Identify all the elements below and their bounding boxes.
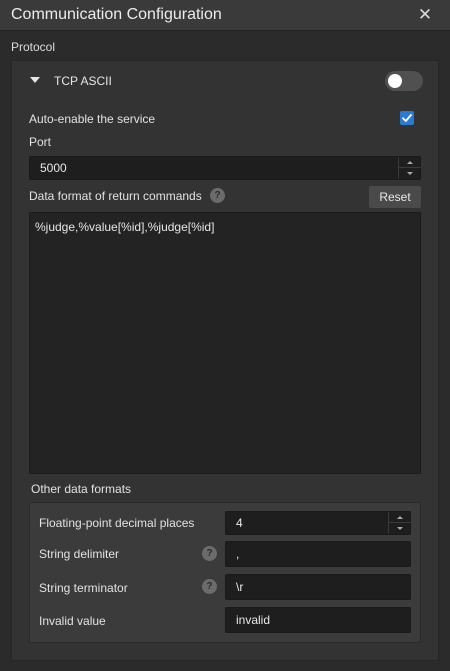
string-delimiter-input[interactable]: , <box>225 541 411 567</box>
other-formats-heading: Other data formats <box>31 482 132 496</box>
checkmark-icon <box>402 114 412 122</box>
invalid-value-value: invalid <box>236 613 271 627</box>
string-terminator-input[interactable]: \r <box>225 574 411 600</box>
data-format-label: Data format of return commands <box>29 189 202 203</box>
tcp-ascii-title: TCP ASCII <box>54 74 112 88</box>
decimal-increment-button[interactable] <box>389 512 411 523</box>
string-terminator-label: String terminator <box>39 581 128 595</box>
port-value: 5000 <box>40 161 67 175</box>
string-delimiter-value: , <box>236 547 240 561</box>
data-format-help-icon[interactable]: ? <box>210 188 225 203</box>
close-icon[interactable]: ✕ <box>414 4 436 26</box>
port-label: Port <box>29 135 52 149</box>
protocol-section-label: Protocol <box>11 40 56 54</box>
string-terminator-help-icon[interactable]: ? <box>202 579 217 594</box>
decimal-decrement-button[interactable] <box>389 523 411 534</box>
string-delimiter-label: String delimiter <box>39 547 120 561</box>
port-stepper[interactable] <box>398 157 421 179</box>
string-delimiter-help-icon[interactable]: ? <box>202 546 217 561</box>
decimal-places-stepper[interactable] <box>388 512 411 534</box>
reset-button[interactable]: Reset <box>369 186 421 208</box>
decimal-places-input[interactable]: 4 <box>225 511 411 535</box>
auto-enable-checkbox[interactable] <box>400 111 414 125</box>
decimal-places-label: Floating-point decimal places <box>39 516 195 530</box>
data-format-textarea[interactable]: %judge,%value[%id],%judge[%id] <box>29 212 421 474</box>
invalid-value-input[interactable]: invalid <box>225 607 411 633</box>
decimal-places-value: 4 <box>236 516 243 530</box>
title-bar: Communication Configuration ✕ <box>0 0 450 31</box>
invalid-value-label: Invalid value <box>39 614 106 628</box>
string-terminator-value: \r <box>236 580 244 594</box>
window-title: Communication Configuration <box>11 6 222 23</box>
port-input[interactable]: 5000 <box>29 156 421 180</box>
port-decrement-button[interactable] <box>399 168 421 179</box>
toggle-knob <box>388 74 402 88</box>
auto-enable-label: Auto-enable the service <box>29 112 156 126</box>
collapse-caret-icon[interactable] <box>30 77 40 83</box>
tcp-ascii-toggle[interactable] <box>385 71 423 91</box>
port-increment-button[interactable] <box>399 157 421 168</box>
